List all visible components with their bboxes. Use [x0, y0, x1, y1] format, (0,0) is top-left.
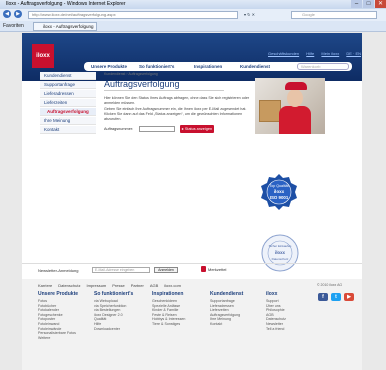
nav-customer-service[interactable]: Kundendienst — [240, 63, 270, 70]
refresh-stop-buttons[interactable]: ▾ ↻ ✕ — [244, 11, 284, 19]
address-bar[interactable]: http://www.iloxx.de/net/auftragsverfolgu… — [28, 11, 238, 19]
svg-text:Datenschutz: Datenschutz — [272, 257, 289, 261]
footer-link[interactable]: AGB — [150, 283, 158, 288]
footer-column-link[interactable]: Weitere — [38, 336, 50, 341]
forward-icon[interactable]: ▶ — [14, 10, 22, 18]
twitter-icon[interactable]: t — [331, 293, 341, 301]
maximize-button[interactable]: □ — [363, 0, 374, 8]
back-icon[interactable]: ◀ — [3, 10, 11, 18]
order-number-label: Auftragsnummer: — [104, 127, 134, 131]
footer-column-heading: Unsere Produkte — [38, 291, 79, 297]
title-divider — [104, 90, 224, 91]
facebook-icon[interactable]: f — [318, 293, 328, 301]
intro-text: Hier können Sie den Status Ihres Auftrag… — [104, 96, 250, 105]
footer-column-heading: iloxx — [266, 291, 278, 297]
footer-link[interactable]: iloxx.com — [164, 283, 181, 288]
top-link-account[interactable]: Mein iloxx — [321, 51, 339, 56]
footer-column-link[interactable]: Kontakt — [210, 322, 222, 327]
instruction-text: Geben Sie einfach Ihre Auftragsnummer ei… — [104, 107, 247, 121]
sidebar-item[interactable]: Kundendienst — [40, 72, 96, 80]
footer-link[interactable]: Presse — [112, 283, 124, 288]
footer-column-heading: Kundendienst — [210, 291, 244, 297]
sidebar-item[interactable]: Kontakt — [40, 126, 96, 134]
footer-column-heading: Inspirationen — [152, 291, 184, 297]
svg-text:iloxx: iloxx — [275, 250, 286, 255]
sidebar-item[interactable]: Lieferadressen — [40, 90, 96, 98]
footer-column-heading: So funktioniert's — [94, 291, 134, 297]
footer-link[interactable]: Impressum — [86, 283, 106, 288]
nav-inspiration[interactable]: Inspirationen — [194, 63, 222, 70]
footer-link[interactable]: Datenschutz — [58, 283, 80, 288]
newsletter-subscribe-button[interactable]: Anmelden — [154, 267, 178, 273]
show-status-label: Status anzeigen — [184, 127, 213, 131]
notepad-icon — [201, 266, 206, 272]
privacy-seal-icon: Sicher Einkaufen iloxx Datenschutz — [261, 234, 299, 272]
sidebar-item[interactable]: Supportanfrage — [40, 81, 96, 89]
newsletter-email-input[interactable]: E-Mail-Adresse eingeben — [92, 267, 150, 273]
breadcrumb[interactable]: Kundendienst › Auftragsverfolgung — [104, 72, 158, 76]
page-title: Auftragsverfolgung — [104, 79, 180, 89]
nav-how-it-works[interactable]: So funktioniert's — [139, 63, 174, 70]
sidebar-item[interactable]: Lieferzeiten — [40, 99, 96, 107]
iso-quality-seal-icon: Top Qualität iloxx ISO 9001 — [261, 174, 297, 210]
nav-search-input[interactable]: Warenkorb — [297, 63, 349, 70]
show-status-button[interactable]: ▸ Status anzeigen — [180, 125, 214, 133]
svg-text:iloxx: iloxx — [274, 189, 285, 194]
sidebar-item[interactable]: Ihre Meinung — [40, 117, 96, 125]
footer-divider — [22, 263, 362, 264]
close-button[interactable]: ✕ — [375, 0, 386, 8]
wishlist-link[interactable]: Merkzettel — [208, 267, 226, 272]
sidebar-item[interactable]: Auftragsverfolgung — [40, 108, 96, 116]
svg-text:Sicher Einkaufen: Sicher Einkaufen — [269, 244, 292, 248]
order-number-input[interactable] — [139, 126, 175, 132]
footer-column-link[interactable]: Tiere & Sonstiges — [152, 322, 180, 327]
window-title: Iloxx - Auftragsverfolgung - Windows Int… — [0, 0, 386, 9]
top-link-help[interactable]: Hilfe — [306, 51, 314, 56]
copyright: © 2010 iloxx AG — [317, 283, 343, 287]
top-link-business[interactable]: Geschäftskunden — [268, 51, 299, 56]
favorites-label[interactable]: Favoriten — [3, 23, 24, 29]
newsletter-label: Newsletter-Anmeldung — [38, 268, 79, 273]
top-links: Geschäftskunden Hilfe Mein iloxx DE · EN — [262, 51, 361, 56]
window-controls: – □ ✕ — [350, 0, 386, 9]
footer-links: Karriere Datenschutz Impressum Presse Partne… — [38, 283, 187, 288]
nav-products[interactable]: Unsere Produkte — [91, 63, 127, 70]
minimize-button[interactable]: – — [351, 0, 362, 8]
footer-column-link[interactable]: Downloadcenter — [94, 327, 120, 332]
footer-column-link[interactable]: Tell a friend — [266, 327, 284, 332]
youtube-icon[interactable]: ▶ — [344, 293, 354, 301]
footer-link[interactable]: Partner — [131, 283, 144, 288]
browser-search-input[interactable]: Google — [291, 11, 377, 19]
browser-tab[interactable]: iloxx - Auftragsverfolgung — [33, 22, 97, 31]
delivery-person-photo — [255, 78, 325, 134]
svg-text:Top Qualität: Top Qualität — [269, 184, 288, 188]
top-link-language[interactable]: DE · EN — [346, 51, 361, 56]
iloxx-logo[interactable]: iloxx — [32, 44, 54, 68]
svg-text:ISO 9001: ISO 9001 — [270, 195, 289, 200]
footer-link[interactable]: Karriere — [38, 283, 52, 288]
